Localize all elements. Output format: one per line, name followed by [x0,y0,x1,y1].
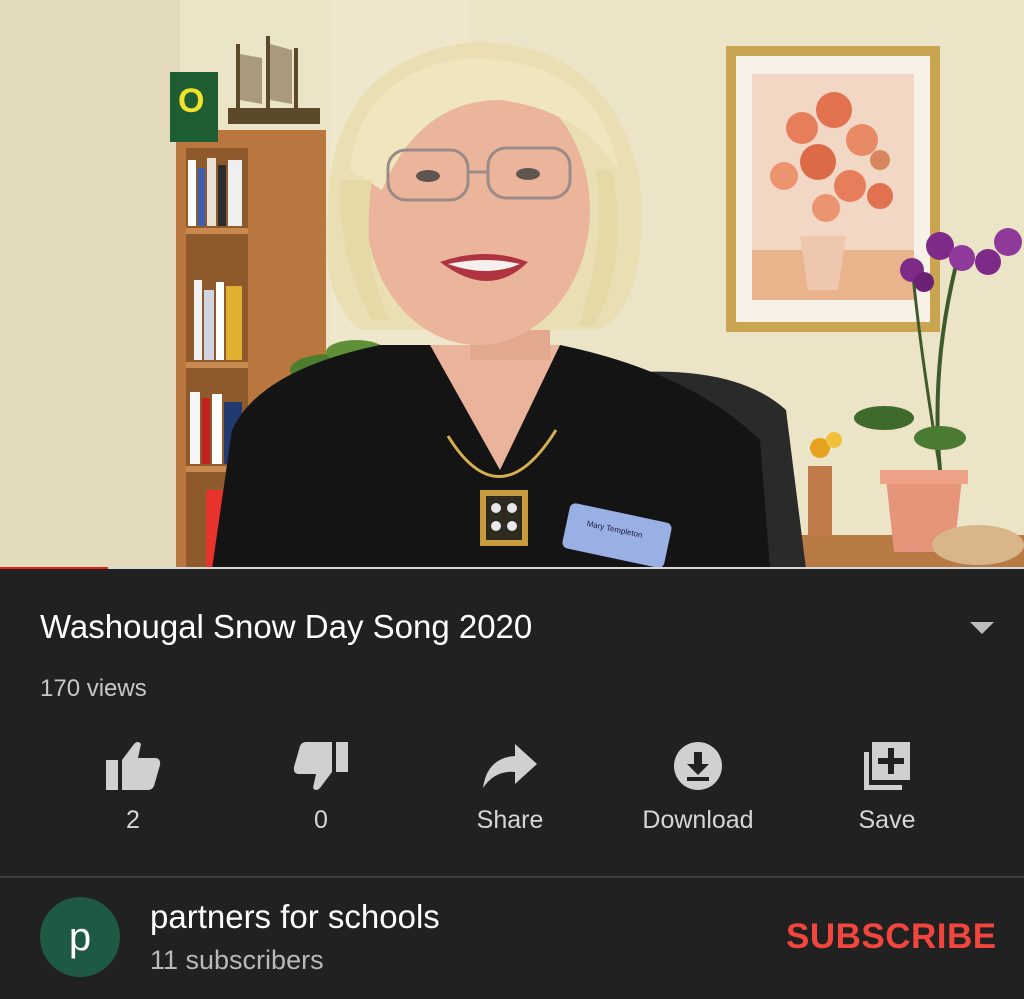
save-playlist-icon [856,738,918,794]
video-title: Washougal Snow Day Song 2020 [40,608,533,645]
channel-avatar[interactable]: p [40,897,120,977]
video-player[interactable]: O Mary Templeton [0,0,1024,569]
download-button[interactable]: Download [623,738,773,848]
svg-text:O: O [178,82,204,120]
download-icon [667,738,729,794]
view-count: 170 views [40,675,147,702]
dislike-button[interactable]: 0 [246,738,396,848]
download-label: Download [642,806,754,834]
like-button[interactable]: 2 [58,738,208,848]
channel-name[interactable]: partners for schools [150,898,440,936]
subscribe-button[interactable]: SUBSCRIBE [786,917,997,957]
save-button[interactable]: Save [812,738,962,848]
share-icon [479,738,541,794]
share-button[interactable]: Share [435,738,585,848]
chevron-down-icon[interactable] [970,622,994,634]
thumb-down-icon [290,738,352,794]
progress-played [0,567,108,569]
thumb-up-icon [102,738,164,794]
video-frame: O Mary Templeton [0,0,1024,569]
share-label: Share [476,806,544,834]
framed-picture [726,46,940,332]
divider [0,876,1024,878]
like-count: 2 [126,806,140,834]
save-label: Save [858,806,916,834]
subscriber-count: 11 subscribers [150,945,324,975]
dislike-count: 0 [314,806,328,834]
progress-bar[interactable] [0,567,1024,569]
